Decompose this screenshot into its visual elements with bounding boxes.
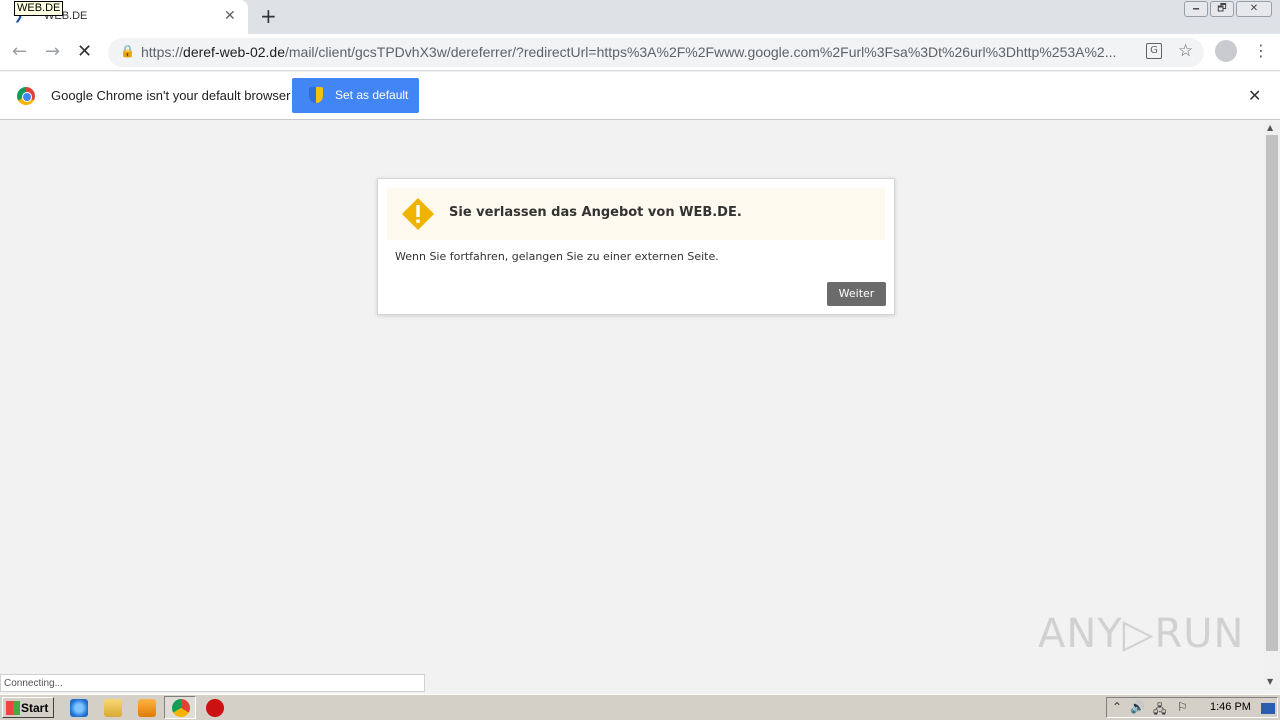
anyrun-watermark: ANY▷RUN bbox=[1038, 611, 1245, 657]
taskbar-chrome-item[interactable] bbox=[164, 696, 196, 719]
action-center-flag-icon[interactable]: ⚐ bbox=[1177, 700, 1188, 714]
warning-icon bbox=[402, 198, 434, 230]
system-tray: ⌃ 🔊 🖧 ⚐ 1:46 PM bbox=[1106, 697, 1278, 718]
tab-webde[interactable]: ❯ WEB.DE WEB.DE ✕ bbox=[0, 0, 248, 34]
dialog-title: Sie verlassen das Angebot von WEB.DE. bbox=[449, 205, 742, 220]
stop-loading-icon[interactable]: ✕ bbox=[77, 41, 92, 62]
url-host: deref-web-02.de bbox=[183, 44, 285, 60]
menu-icon[interactable]: ⋮ bbox=[1253, 41, 1269, 60]
profile-avatar-icon[interactable] bbox=[1215, 40, 1237, 62]
infobar-close-icon[interactable]: ✕ bbox=[1248, 86, 1261, 105]
dialog-header: Sie verlassen das Angebot von WEB.DE. bbox=[387, 188, 885, 240]
scroll-thumb[interactable] bbox=[1266, 135, 1278, 651]
chrome-logo-icon bbox=[17, 87, 35, 105]
scroll-down-icon[interactable]: ▼ bbox=[1267, 677, 1273, 686]
lock-icon[interactable]: 🔒 bbox=[120, 44, 135, 58]
url-scheme: https:// bbox=[141, 44, 184, 60]
stop-sign-icon[interactable] bbox=[206, 699, 224, 717]
screen: ❯ WEB.DE WEB.DE ✕ + 🗕 🗗 ✕ ← → ✕ 🔒 https:… bbox=[0, 0, 1280, 720]
leave-site-dialog: Sie verlassen das Angebot von WEB.DE. We… bbox=[377, 178, 895, 315]
taskbar: Start ⌃ 🔊 🖧 ⚐ 1:46 PM bbox=[0, 694, 1280, 720]
url-path: /mail/client/gcsTPDvhX3w/dereferrer/?red… bbox=[284, 44, 1117, 60]
address-bar[interactable]: 🔒 https://deref-web-02.de/mail/client/gc… bbox=[108, 38, 1204, 67]
chrome-taskbar-icon bbox=[172, 699, 190, 717]
shield-icon bbox=[309, 87, 323, 103]
file-explorer-icon[interactable] bbox=[104, 699, 122, 717]
tab-strip: ❯ WEB.DE WEB.DE ✕ + 🗕 🗗 ✕ bbox=[0, 0, 1280, 34]
minimize-button[interactable]: 🗕 bbox=[1184, 1, 1208, 17]
set-as-default-label: Set as default bbox=[335, 88, 409, 102]
back-icon[interactable]: ← bbox=[12, 41, 27, 62]
clock[interactable]: 1:46 PM bbox=[1210, 701, 1251, 713]
url-text[interactable]: https://deref-web-02.de/mail/client/gcsT… bbox=[141, 44, 1116, 60]
window-close-button[interactable]: ✕ bbox=[1236, 1, 1272, 17]
restore-button[interactable]: 🗗 bbox=[1210, 1, 1234, 17]
browser-toolbar: ← → ✕ 🔒 https://deref-web-02.de/mail/cli… bbox=[0, 34, 1280, 71]
start-button[interactable]: Start bbox=[2, 697, 54, 718]
infobar-message: Google Chrome isn't your default browser bbox=[51, 88, 291, 103]
new-tab-button[interactable]: + bbox=[260, 4, 277, 28]
network-icon[interactable]: 🖧 bbox=[1153, 700, 1166, 720]
bookmark-star-icon[interactable]: ☆ bbox=[1178, 41, 1193, 61]
start-label: Start bbox=[21, 701, 49, 715]
tray-expand-icon[interactable]: ⌃ bbox=[1112, 700, 1122, 714]
default-browser-infobar: Google Chrome isn't your default browser… bbox=[0, 72, 1280, 120]
show-desktop-icon[interactable] bbox=[1261, 703, 1275, 714]
media-player-icon[interactable] bbox=[138, 699, 156, 717]
page-content: Sie verlassen das Angebot von WEB.DE. We… bbox=[0, 121, 1264, 674]
weiter-button[interactable]: Weiter bbox=[827, 282, 886, 306]
internet-explorer-icon[interactable] bbox=[70, 699, 88, 717]
status-bubble: Connecting... bbox=[0, 674, 425, 692]
vertical-scrollbar[interactable]: ▲ ▼ bbox=[1264, 121, 1280, 691]
forward-icon[interactable]: → bbox=[45, 41, 60, 62]
scroll-up-icon[interactable]: ▲ bbox=[1267, 123, 1273, 132]
translate-icon[interactable]: G bbox=[1146, 43, 1162, 59]
windows-logo-icon bbox=[6, 701, 20, 715]
volume-icon[interactable]: 🔊 bbox=[1130, 700, 1145, 714]
dialog-body: Wenn Sie fortfahren, gelangen Sie zu ein… bbox=[395, 250, 719, 263]
tab-close-icon[interactable]: ✕ bbox=[224, 8, 236, 24]
set-as-default-button[interactable]: Set as default bbox=[292, 78, 419, 113]
tab-tooltip: WEB.DE bbox=[14, 1, 64, 16]
